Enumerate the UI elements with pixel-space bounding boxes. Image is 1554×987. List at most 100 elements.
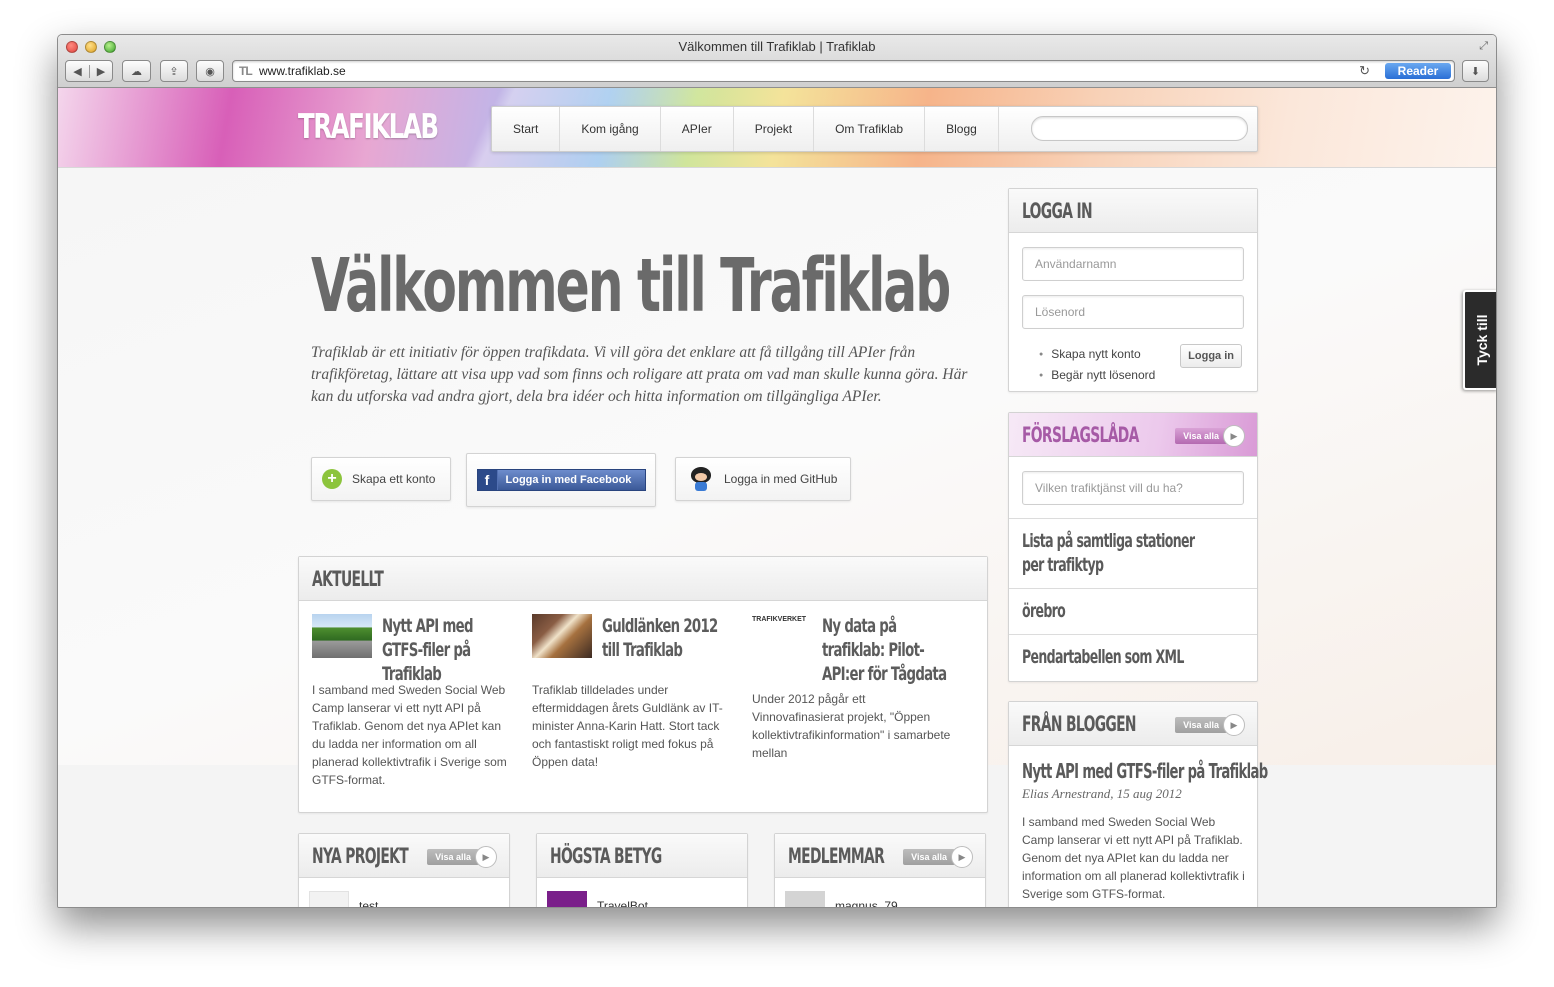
nya-projekt-title: NYA PROJEKT [312,844,409,868]
blog-post-excerpt: I samband med Sweden Social Web Camp lan… [1022,815,1245,901]
site-logo[interactable]: TRAFIKLAB [298,107,439,147]
feedback-tab[interactable]: Tyck till [1463,290,1496,390]
login-button[interactable]: Logga in [1180,344,1242,368]
share-icon: ⇪ [169,65,179,78]
create-account-link[interactable]: Skapa nytt konto [1039,344,1155,365]
share-button[interactable]: ⇪ [160,60,188,82]
cloud-icon: ☁ [131,65,142,78]
login-title: LOGGA IN [1022,199,1093,223]
member-name: magnus_79 [835,899,898,908]
suggestion-text: Lista på samtliga stationer per trafikty… [1022,530,1195,576]
address-bar[interactable]: TL www.trafiklab.se ↻ Reader [232,60,1455,82]
create-account-label: Skapa ett konto [352,472,436,486]
login-panel: LOGGA IN Användarnamn Lösenord Skapa nyt… [1008,188,1258,392]
visa-alla-button[interactable]: Visa alla ▶ [427,846,497,868]
login-links: Skapa nytt konto Begär nytt lösenord [1039,344,1155,386]
medlemmar-title: MEDLEMMAR [788,844,885,868]
main-nav: Start Kom igång APIer Projekt Om Trafikl… [491,106,1258,152]
trafikverket-logo-text: TRAFIKVERKET [752,616,807,623]
medlemmar-header: MEDLEMMAR Visa alla ▶ [775,834,985,878]
project-name: TravelBot [597,899,648,908]
forslag-header: FÖRSLAGSLÅDA Visa alla ▶ [1009,413,1257,457]
news-thumbnail[interactable] [312,614,372,658]
octocat-icon [690,467,712,491]
blog-panel: FRÅN BLOGGEN Visa alla ▶ Nytt API med GT… [1008,701,1268,907]
nya-projekt-header: NYA PROJEKT Visa alla ▶ [299,834,509,878]
url-text[interactable]: www.trafiklab.se [259,64,346,78]
hero-lead: Trafiklab är ett initiativ för öppen tra… [311,344,968,405]
visa-alla-button[interactable]: Visa alla ▶ [903,846,973,868]
downloads-button[interactable]: ⬇ [1462,60,1489,82]
visa-alla-button[interactable]: Visa alla ▶ [1175,425,1245,447]
window-title: Välkommen till Trafiklab | Trafiklab [678,39,876,54]
blog-post-title[interactable]: Nytt API med GTFS-filer på Trafiklab [1022,759,1268,783]
project-avatar [547,891,587,907]
news-title[interactable]: Ny data på trafiklab: Pilot-API:er för T… [822,614,955,686]
facebook-login-box: f Logga in med Facebook [466,453,656,507]
suggestion-item[interactable]: Lista på samtliga stationer per trafikty… [1009,518,1257,588]
top-sites-button[interactable]: ◉ [196,60,224,82]
arrow-right-icon: ▶ [1223,425,1245,447]
suggestion-text: örebro [1022,600,1066,622]
member-avatar [785,891,825,907]
browser-toolbar: Välkommen till Trafiklab | Trafiklab ⤢ ◀… [58,35,1496,88]
project-row[interactable]: test [309,891,378,907]
arrow-right-icon: ▶ [951,846,973,868]
aktuellt-header: AKTUELLT [299,557,987,601]
facebook-login-button[interactable]: f Logga in med Facebook [476,469,646,491]
news-excerpt: I samband med Sweden Social Web Camp lan… [312,683,507,787]
icloud-tabs-button[interactable]: ☁ [122,60,151,82]
nya-projekt-panel: NYA PROJEKT Visa alla ▶ test [298,833,510,907]
nav-om-trafiklab[interactable]: Om Trafiklab [814,107,926,151]
nav-start[interactable]: Start [492,107,561,151]
download-icon: ⬇ [1470,65,1481,78]
github-login-label: Logga in med GitHub [724,472,838,486]
suggestion-item[interactable]: Pendartabellen som XML [1009,634,1257,680]
favicon-icon: TL [239,64,253,78]
password-field[interactable]: Lösenord [1022,295,1244,329]
nav-apier[interactable]: APIer [661,107,734,151]
news-excerpt: Trafiklab tilldelades under eftermiddage… [532,683,723,769]
news-title[interactable]: Guldlänken 2012 till Trafiklab [602,614,725,662]
blog-panel-title: FRÅN BLOGGEN [1022,712,1137,736]
nav-projekt[interactable]: Projekt [734,107,815,151]
hogsta-betyg-title: HÖGSTA BETYG [550,844,662,868]
suggestion-text: Pendartabellen som XML [1022,646,1184,668]
forward-icon[interactable]: ▶ [89,64,112,78]
news-excerpt: Under 2012 pågår ett Vinnovafinasierat p… [752,692,951,760]
suggestion-field[interactable]: Vilken trafiktjänst vill du ha? [1022,471,1244,505]
visa-alla-label: Visa alla [903,849,955,865]
feedback-tab-label: Tyck till [1473,314,1490,366]
site-search-input[interactable] [1031,116,1248,141]
username-field[interactable]: Användarnamn [1022,247,1244,281]
visa-alla-label: Visa alla [1175,717,1227,733]
nav-kom-igang[interactable]: Kom igång [560,107,661,151]
forslag-title: FÖRSLAGSLÅDA [1022,423,1139,447]
project-row[interactable]: TravelBot [547,891,648,908]
reset-password-link[interactable]: Begär nytt lösenord [1039,365,1155,386]
plus-icon: + [322,469,342,489]
reader-button[interactable]: Reader [1385,63,1451,79]
trafikverket-logo[interactable]: TRAFIKVERKET [752,614,812,658]
login-header: LOGGA IN [1009,189,1257,233]
web-page: TRAFIKLAB Start Kom igång APIer Projekt … [58,88,1496,908]
forslag-panel: FÖRSLAGSLÅDA Visa alla ▶ Vilken trafiktj… [1008,412,1258,682]
suggestion-item[interactable]: örebro [1009,588,1257,634]
hogsta-betyg-panel: HÖGSTA BETYG TravelBot [536,833,748,908]
fullscreen-icon[interactable]: ⤢ [1479,40,1488,53]
visa-alla-label: Visa alla [1175,428,1227,444]
news-thumbnail[interactable] [532,614,592,658]
visa-alla-button[interactable]: Visa alla ▶ [1175,714,1245,736]
nav-blogg[interactable]: Blogg [925,107,999,151]
site-header: TRAFIKLAB Start Kom igång APIer Projekt … [58,88,1496,168]
github-login-button[interactable]: Logga in med GitHub [675,457,851,501]
facebook-icon: f [477,470,498,490]
member-row[interactable]: magnus_79 [785,891,898,908]
back-forward-buttons: ◀ ▶ [65,60,113,82]
back-icon[interactable]: ◀ [66,65,89,78]
create-account-button[interactable]: + Skapa ett konto [311,457,451,501]
news-title[interactable]: Nytt API med GTFS-filer på Trafiklab [382,614,505,686]
project-avatar [309,891,349,907]
browser-window: Välkommen till Trafiklab | Trafiklab ⤢ ◀… [57,34,1497,908]
reload-icon[interactable]: ↻ [1359,63,1370,79]
